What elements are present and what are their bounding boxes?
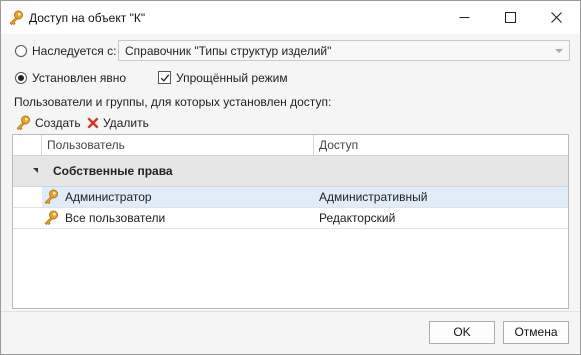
access-grid: Пользователь Доступ Собственные права Ад… <box>12 134 569 309</box>
grid-header: Пользователь Доступ <box>13 135 568 156</box>
ok-button[interactable]: OK <box>429 321 495 344</box>
window-title: Доступ на объект "К" <box>29 11 146 25</box>
column-header-user[interactable]: Пользователь <box>42 135 314 155</box>
minimize-button[interactable] <box>442 1 488 34</box>
group-label: Собственные права <box>53 164 173 178</box>
user-cell: Все пользователи <box>65 211 166 225</box>
chevron-down-icon <box>555 49 563 53</box>
key-icon <box>44 210 58 226</box>
key-icon <box>44 189 58 205</box>
checkmark-icon <box>160 74 170 82</box>
inherited-label[interactable]: Наследуется с: <box>32 44 116 58</box>
column-header-access-label: Доступ <box>319 138 359 152</box>
close-button[interactable] <box>534 1 580 34</box>
close-icon <box>551 12 562 23</box>
user-cell: Администратор <box>65 190 152 204</box>
table-row[interactable]: Все пользователи Редакторский <box>13 208 568 229</box>
delete-button-label: Удалить <box>103 116 149 130</box>
table-row[interactable]: Администратор Административный <box>13 187 568 208</box>
key-icon <box>9 10 23 26</box>
maximize-button[interactable] <box>488 1 534 34</box>
create-button-label: Создать <box>35 116 81 130</box>
delete-button[interactable]: Удалить <box>85 114 151 132</box>
grid-header-indent <box>13 135 42 155</box>
column-header-user-label: Пользователь <box>47 138 125 152</box>
column-header-access[interactable]: Доступ <box>314 135 568 155</box>
users-section-label: Пользователи и группы, для которых устан… <box>14 95 332 109</box>
expand-arrow-icon[interactable] <box>33 168 38 173</box>
explicit-label[interactable]: Установлен явно <box>32 71 126 85</box>
footer-divider <box>1 311 580 312</box>
access-cell: Редакторский <box>319 211 396 225</box>
cancel-button[interactable]: Отмена <box>503 321 569 344</box>
simplified-mode-label[interactable]: Упрощённый режим <box>176 71 288 85</box>
inherited-source-value: Справочник "Типы структур изделий" <box>125 44 332 58</box>
dialog-content: Наследуется с: Справочник "Типы структур… <box>1 34 580 354</box>
radio-inherited[interactable] <box>15 45 27 57</box>
dialog-window: Доступ на объект "К" Наследуется с: Спра… <box>0 0 581 355</box>
group-row-own-rights[interactable]: Собственные права <box>13 156 568 187</box>
title-bar[interactable]: Доступ на объект "К" <box>1 1 580 34</box>
maximize-icon <box>505 12 516 23</box>
key-icon <box>16 115 30 131</box>
simplified-mode-checkbox[interactable] <box>158 71 171 84</box>
radio-explicit[interactable] <box>15 72 27 84</box>
radio-selected-dot <box>18 75 24 81</box>
row-indent <box>13 187 42 207</box>
row-indent <box>13 208 42 228</box>
inherited-source-dropdown[interactable]: Справочник "Типы структур изделий" <box>118 40 570 61</box>
create-button[interactable]: Создать <box>15 114 81 132</box>
red-x-icon <box>87 117 99 129</box>
minimize-icon <box>459 17 470 18</box>
access-cell: Административный <box>319 190 428 204</box>
